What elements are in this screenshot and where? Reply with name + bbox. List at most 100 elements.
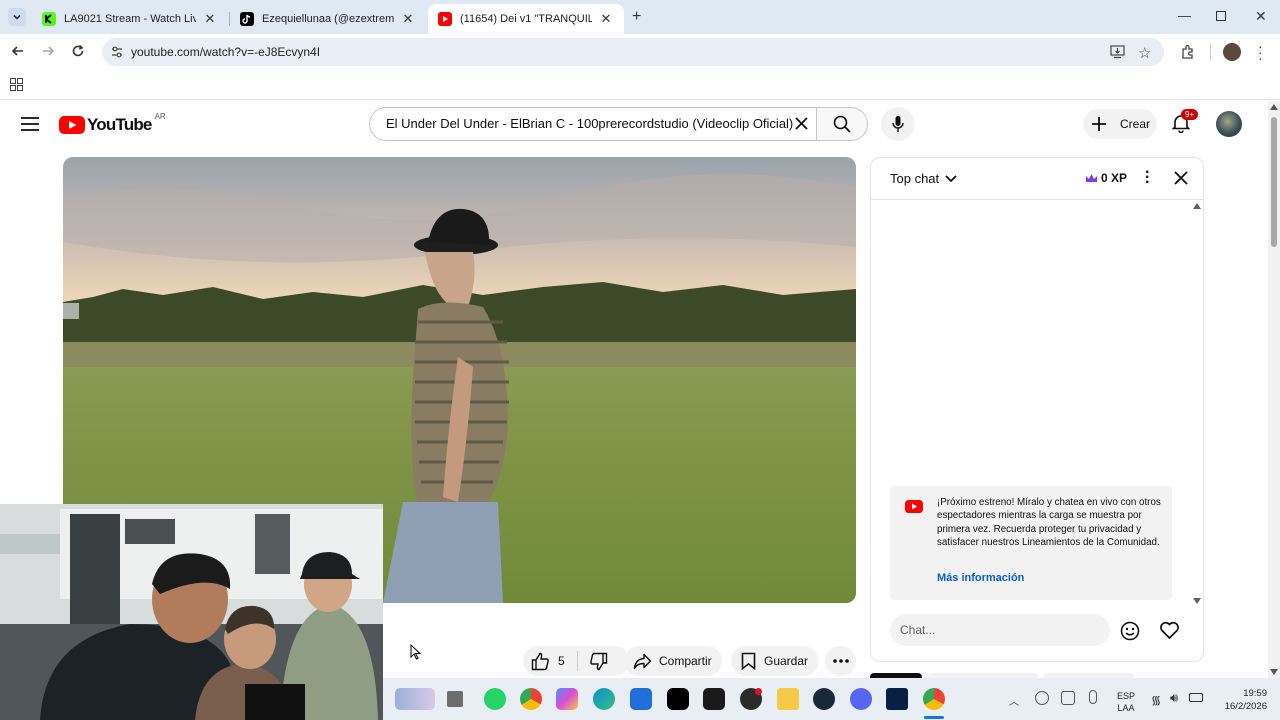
- site-info-icon[interactable]: [110, 45, 124, 59]
- live-chat-panel: Top chat 0 XP · · · ¡Próximo estreno! Míra…: [870, 157, 1204, 662]
- profile-avatar[interactable]: [1223, 43, 1241, 61]
- more-info-link[interactable]: Más información: [937, 572, 1024, 584]
- heart-icon[interactable]: [1159, 621, 1180, 640]
- chat-input[interactable]: Chat...: [890, 614, 1110, 646]
- xp-label: 0 XP: [1101, 171, 1128, 185]
- chat-scroll-up-icon[interactable]: [1193, 203, 1201, 209]
- crown-icon: [1086, 173, 1097, 182]
- folder-icon[interactable]: [777, 688, 799, 710]
- plus-icon: [1092, 117, 1106, 131]
- share-label: Compartir: [659, 654, 712, 668]
- wifi-icon[interactable]: ᯾: [1151, 691, 1161, 708]
- restore-icon[interactable]: [1216, 11, 1226, 21]
- store-icon[interactable]: [630, 688, 652, 710]
- chevron-up-icon[interactable]: ︿: [1009, 693, 1019, 708]
- scroll-down-icon[interactable]: [1270, 669, 1278, 675]
- discord-icon[interactable]: [850, 688, 872, 710]
- edge-icon[interactable]: [593, 688, 615, 710]
- app-icon[interactable]: [886, 688, 908, 710]
- browser-tab-tiktok[interactable]: Ezequiellunaa (@ezextreme2) e ✕: [230, 4, 426, 34]
- steam-icon[interactable]: [813, 688, 835, 710]
- microphone-tray-icon[interactable]: [1089, 690, 1097, 704]
- share-button[interactable]: Compartir: [624, 646, 722, 676]
- search-box[interactable]: El Under Del Under - ElBrian C - 100prer…: [369, 107, 817, 141]
- dislike-button[interactable]: [578, 652, 608, 671]
- like-count: 5: [558, 654, 565, 668]
- tiktok-icon[interactable]: [667, 688, 689, 710]
- copilot-icon[interactable]: [556, 688, 578, 710]
- microphone-icon: [892, 116, 904, 132]
- tab-search-button[interactable]: [8, 8, 26, 26]
- mouse-cursor-icon: [410, 644, 421, 660]
- browser-toolbar: youtube.com/watch?v=-eJ8Ecvyn4I ☆ · · ·: [0, 34, 1280, 70]
- like-button[interactable]: 5: [523, 646, 565, 676]
- notifications-button[interactable]: 9+: [1171, 109, 1199, 133]
- clock-date: 16/2/2026: [1224, 701, 1267, 712]
- chat-mode-dropdown[interactable]: Top chat: [890, 171, 958, 186]
- chevron-down-icon: [13, 14, 21, 20]
- chrome-icon[interactable]: [520, 688, 542, 710]
- scroll-up-icon[interactable]: [1270, 104, 1278, 110]
- close-tab-icon[interactable]: ✕: [598, 11, 614, 27]
- create-label: Crear: [1120, 117, 1151, 131]
- browser-tab-youtube[interactable]: (11654) Dei v1 "TRANQUILA" (v ✕: [428, 4, 624, 34]
- bookmark-star-icon[interactable]: ☆: [1138, 44, 1151, 62]
- address-bar[interactable]: youtube.com/watch?v=-eJ8Ecvyn4I ☆: [102, 38, 1164, 66]
- save-button[interactable]: Guardar: [731, 646, 819, 676]
- thumbs-up-icon: [531, 652, 549, 670]
- webcam-image: [0, 504, 383, 720]
- create-button[interactable]: Crear: [1083, 109, 1157, 139]
- chevron-down-icon: [945, 174, 957, 182]
- more-actions-button[interactable]: [825, 646, 856, 676]
- xp-badge[interactable]: 0 XP: [1085, 171, 1127, 185]
- scrollbar-thumb[interactable]: [1271, 117, 1277, 247]
- install-app-icon[interactable]: [1110, 45, 1125, 59]
- apps-grid-icon[interactable]: [10, 78, 23, 91]
- country-code: AR: [154, 111, 166, 121]
- chat-scroll-down-icon[interactable]: [1193, 598, 1201, 604]
- new-tab-icon[interactable]: +: [632, 8, 641, 26]
- widgets-icon[interactable]: [395, 688, 435, 710]
- hamburger-menu-icon[interactable]: [21, 117, 39, 131]
- close-tab-icon[interactable]: ✕: [400, 11, 416, 27]
- webcam-overlay: [0, 504, 383, 720]
- network-off-icon[interactable]: [1061, 691, 1075, 705]
- close-chat-icon[interactable]: [1174, 171, 1188, 185]
- tab-title: LA9021 Stream - Watch Live on: [64, 13, 196, 25]
- menu-dots-icon[interactable]: · · ·: [1258, 39, 1263, 65]
- voice-search-button[interactable]: [881, 107, 915, 141]
- keyboard-layout: LAA: [1117, 703, 1135, 713]
- search-button[interactable]: [816, 107, 868, 141]
- whatsapp-icon[interactable]: [484, 688, 506, 710]
- page-scrollbar[interactable]: [1268, 101, 1280, 678]
- file-explorer-icon[interactable]: [447, 691, 463, 707]
- chat-more-icon[interactable]: · · ·: [1145, 165, 1150, 191]
- sync-icon[interactable]: [1035, 691, 1049, 705]
- browser-tab-kick[interactable]: LA9021 Stream - Watch Live on ✕: [32, 4, 228, 34]
- clock[interactable]: 19:59 16/2/2026: [1219, 687, 1267, 713]
- capcut-icon[interactable]: [703, 688, 725, 710]
- tiktok-icon: [240, 12, 254, 26]
- chrome-active-icon[interactable]: [923, 688, 945, 710]
- youtube-logo[interactable]: YouTube AR: [59, 111, 166, 135]
- language-indicator[interactable]: ESP LAA: [1117, 690, 1135, 714]
- back-icon[interactable]: [10, 43, 26, 59]
- recording-indicator: [755, 688, 762, 695]
- notification-badge: 9+: [1181, 109, 1199, 120]
- share-icon: [633, 653, 652, 669]
- volume-icon[interactable]: 🔊︎: [1170, 690, 1178, 706]
- save-label: Guardar: [764, 654, 809, 668]
- youtube-logo-icon: [59, 116, 85, 134]
- battery-icon[interactable]: [1189, 693, 1203, 702]
- reload-icon[interactable]: [70, 43, 86, 59]
- close-tab-icon[interactable]: ✕: [202, 11, 218, 27]
- emoji-icon[interactable]: [1120, 621, 1140, 641]
- tab-title: Ezequiellunaa (@ezextreme2) e: [262, 13, 394, 25]
- minimize-icon[interactable]: —: [1178, 8, 1191, 23]
- close-window-icon[interactable]: ✕: [1255, 8, 1267, 25]
- account-avatar[interactable]: [1216, 111, 1242, 137]
- clear-search-icon[interactable]: [795, 117, 808, 130]
- forward-icon[interactable]: [40, 43, 56, 59]
- extensions-icon[interactable]: [1180, 44, 1196, 60]
- search-input[interactable]: El Under Del Under - ElBrian C - 100prer…: [386, 116, 794, 131]
